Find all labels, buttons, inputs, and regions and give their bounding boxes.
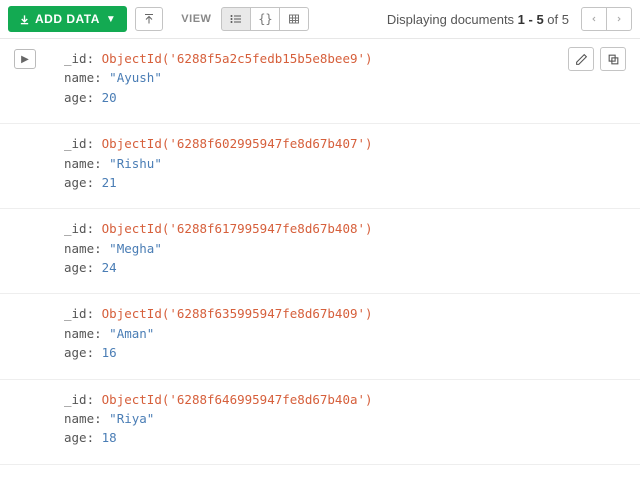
field-value-id: ObjectId('6288f5a2c5fedb15b5e8bee9') xyxy=(102,51,373,66)
document-fields: _id: ObjectId('6288f646995947fe8d67b40a'… xyxy=(64,390,626,448)
field-value-age: 18 xyxy=(102,430,117,445)
field-key-id: _id xyxy=(64,51,87,66)
field-key-id: _id xyxy=(64,306,87,321)
field-value-age: 20 xyxy=(102,90,117,105)
document-fields: _id: ObjectId('6288f635995947fe8d67b409'… xyxy=(64,304,626,362)
document-row: ▶ _id: ObjectId('6288f5a2c5fedb15b5e8bee… xyxy=(0,39,640,124)
caret-right-icon: ▶ xyxy=(21,54,29,65)
field-key-age: age xyxy=(64,175,87,190)
field-value-id: ObjectId('6288f617995947fe8d67b408') xyxy=(102,221,373,236)
add-data-label: ADD DATA xyxy=(35,12,100,26)
chevron-left-icon xyxy=(590,14,598,24)
pager xyxy=(581,7,632,31)
view-table-button[interactable] xyxy=(279,7,309,31)
import-button[interactable] xyxy=(135,7,163,31)
copy-button[interactable] xyxy=(600,47,626,71)
document-row: _id: ObjectId('6288f602995947fe8d67b407'… xyxy=(0,124,640,209)
list-icon xyxy=(229,13,243,25)
document-fields: _id: ObjectId('6288f602995947fe8d67b407'… xyxy=(64,134,626,192)
document-fields: _id: ObjectId('6288f617995947fe8d67b408'… xyxy=(64,219,626,277)
field-value-id: ObjectId('6288f635995947fe8d67b409') xyxy=(102,306,373,321)
expand-button[interactable]: ▶ xyxy=(14,49,36,69)
field-value-name: "Ayush" xyxy=(109,70,162,85)
document-row: _id: ObjectId('6288f617995947fe8d67b408'… xyxy=(0,209,640,294)
add-data-button[interactable]: ADD DATA ▼ xyxy=(8,6,127,32)
braces-icon: {} xyxy=(258,12,272,26)
next-page-button[interactable] xyxy=(606,7,632,31)
table-icon xyxy=(287,13,301,25)
field-value-name: "Rishu" xyxy=(109,156,162,171)
field-value-age: 16 xyxy=(102,345,117,360)
field-key-name: name xyxy=(64,70,94,85)
field-key-name: name xyxy=(64,241,94,256)
field-value-id: ObjectId('6288f646995947fe8d67b40a') xyxy=(102,392,373,407)
field-key-id: _id xyxy=(64,136,87,151)
field-key-age: age xyxy=(64,430,87,445)
field-value-name: "Aman" xyxy=(109,326,154,341)
field-value-age: 24 xyxy=(102,260,117,275)
toolbar: ADD DATA ▼ VIEW {} Displaying documents … xyxy=(0,0,640,39)
field-value-name: "Megha" xyxy=(109,241,162,256)
caret-down-icon: ▼ xyxy=(106,14,116,25)
view-json-button[interactable]: {} xyxy=(250,7,280,31)
status-text: Displaying documents 1 - 5 of 5 xyxy=(387,12,569,27)
chevron-right-icon xyxy=(615,14,623,24)
document-row: _id: ObjectId('6288f635995947fe8d67b409'… xyxy=(0,294,640,379)
view-label: VIEW xyxy=(181,13,211,25)
status-mid: of xyxy=(544,12,562,27)
field-key-name: name xyxy=(64,411,94,426)
field-value-age: 21 xyxy=(102,175,117,190)
download-icon xyxy=(19,14,30,25)
field-key-name: name xyxy=(64,326,94,341)
field-key-id: _id xyxy=(64,221,87,236)
prev-page-button[interactable] xyxy=(581,7,607,31)
document-fields: _id: ObjectId('6288f5a2c5fedb15b5e8bee9'… xyxy=(64,49,626,107)
field-value-id: ObjectId('6288f602995947fe8d67b407') xyxy=(102,136,373,151)
document-row: _id: ObjectId('6288f646995947fe8d67b40a'… xyxy=(0,380,640,465)
field-key-age: age xyxy=(64,90,87,105)
status-range: 1 - 5 xyxy=(518,12,544,27)
copy-icon xyxy=(607,53,620,66)
field-key-name: name xyxy=(64,156,94,171)
view-list-button[interactable] xyxy=(221,7,251,31)
field-key-id: _id xyxy=(64,392,87,407)
status-total: 5 xyxy=(562,12,569,27)
document-list: ▶ _id: ObjectId('6288f5a2c5fedb15b5e8bee… xyxy=(0,39,640,465)
view-mode-group: {} xyxy=(221,7,309,31)
upload-icon xyxy=(143,13,155,25)
field-value-name: "Riya" xyxy=(109,411,154,426)
status-prefix: Displaying documents xyxy=(387,12,518,27)
field-key-age: age xyxy=(64,345,87,360)
edit-button[interactable] xyxy=(568,47,594,71)
field-key-age: age xyxy=(64,260,87,275)
pencil-icon xyxy=(575,53,588,66)
